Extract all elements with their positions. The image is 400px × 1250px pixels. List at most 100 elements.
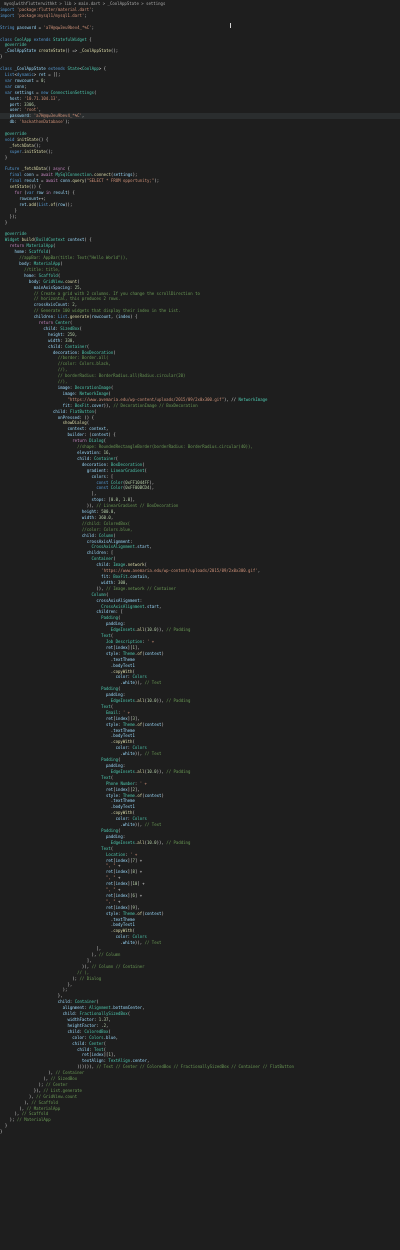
code-line-text: Container( (91, 556, 116, 562)
code-line-text: .white)), // Text (120, 680, 162, 686)
code-line-text: padding: (105, 833, 126, 839)
code-line-text: mainAxisSpacing: 25, (33, 284, 82, 290)
code-line-text: .copyWith( (110, 928, 135, 934)
code-line-text: }, (67, 981, 73, 987)
code-line-text: //border: Border.all( (57, 355, 109, 361)
code-line-text: //appBar: AppBar(title: Text("Hello Worl… (19, 255, 128, 261)
code-line-text: @override (4, 231, 27, 237)
code-line-text: Padding( (101, 757, 121, 763)
text-cursor (230, 23, 231, 28)
code-line-text: Padding( (101, 827, 121, 833)
code-editor[interactable]: mysqlwithflutterwithkt > lib > main.dart… (0, 0, 400, 1250)
code-line-text: ret[index][7] + (105, 857, 143, 863)
code-line-text: body: GridView.count( (28, 278, 80, 284)
code-line-text: fit: BoxFit.cover)), // DecorationImage … (62, 402, 198, 408)
code-line-text: Future _fetchData() async { (4, 166, 70, 172)
code-line-text: _fetchData(); (9, 142, 41, 148)
code-line-text: child: Image.network( (96, 562, 147, 568)
code-line-text: color: Colors.blue, (72, 1034, 119, 1040)
code-line-text: child: Container( (77, 455, 119, 461)
code-line-text: .copyWith( (110, 739, 135, 745)
code-line-text: child: Text( (77, 1046, 107, 1052)
code-line-text: 'https://www.avemaria.edu/wp-content/upl… (101, 568, 261, 574)
code-line-text: }, (57, 993, 63, 999)
code-line-text: children: [ (86, 550, 114, 556)
code-line-text: children: [ (96, 609, 123, 615)
code-line-text: width: 360.0, (81, 514, 114, 520)
code-line[interactable]: } (0, 1129, 400, 1135)
code-line-text: ), // MaterialApp (19, 1105, 61, 1111)
code-line-text: final conn = await MySqlConnection.conne… (9, 172, 138, 178)
code-line-text: user: 'root', (9, 107, 41, 113)
code-line-text: .textTheme (110, 798, 135, 804)
code-line-text: image: NetworkImage( (62, 390, 111, 396)
code-line-text: )), // Column // Container (81, 963, 145, 969)
code-line-text: var settings = new ConnectionSettings( (4, 89, 97, 95)
breadcrumb[interactable]: mysqlwithflutterwithkt > lib > main.dart… (0, 0, 400, 7)
code-line-text: //color: Colors.black, (57, 361, 111, 367)
code-line-text: )), // Image.network // Container (96, 585, 176, 591)
code-line-text: Text( (101, 703, 114, 709)
code-line-text: ); // MaterialApp (9, 1117, 51, 1123)
code-line-text: .copyWith( (110, 810, 135, 816)
code-line-text: .bodyText1 (110, 733, 135, 739)
code-line-text: host: '10.71.104.13', (9, 95, 61, 101)
code-line-text: //shape: RoundedRectangleBorder(borderRa… (77, 444, 253, 450)
code-line-text: @override (4, 131, 27, 137)
code-line-text: List<dynamic> ret = []; (4, 71, 61, 77)
code-line-text: stops: [0.0, 1.0], (91, 497, 135, 503)
code-line-text: db: 'hackathonDatabase'); (9, 119, 70, 125)
code-line-text: _CoolAppState createState() => _CoolAppS… (4, 48, 119, 54)
code-line-text: Text( (101, 633, 114, 639)
code-line-text: height: 250, (48, 331, 78, 337)
code-line-text: color: Colors (115, 816, 147, 822)
code-line-text: var conn; (4, 83, 27, 89)
code-line-text: //), (57, 367, 68, 373)
code-line-text: children: List.generate(rowcount, (index… (33, 314, 138, 320)
code-line-text: EdgeInsets.all(10.0)), // Padding (110, 698, 191, 704)
code-line-text: .bodyText1 (110, 922, 135, 928)
code-line-text: child: Container( (57, 999, 99, 1005)
code-line-text: home: Scaffold( (14, 249, 51, 255)
code-line-text: return Dialog( (72, 438, 106, 444)
code-line-text: super.initState(); (9, 148, 54, 154)
code-line-text: for (var row in result) { (14, 190, 75, 196)
code-line-text: // Create a grid with 2 columns. If you … (33, 290, 200, 296)
code-line-text: .textTheme (110, 656, 135, 662)
code-line-text: ret[index][3], (105, 715, 140, 721)
code-line-text: }), // List.generate (33, 1087, 82, 1093)
code-line-text: port: 3306, (9, 101, 37, 107)
code-line-text: .copyWith( (110, 668, 135, 674)
code-line-text: import 'package:mysql1/mysql1.dart'; (0, 12, 87, 18)
code-line-text: ), // Column (91, 952, 121, 957)
code-line-text: CrossAxisAlignment.start, (91, 544, 152, 550)
code-line-text: Column( (91, 591, 109, 597)
code-line-text: password: 'a7H@qw3eu9bev4_*%C', (9, 113, 85, 119)
code-line-text: gradient: LinearGradient( (86, 467, 147, 473)
code-line-text: } (4, 1123, 8, 1129)
code-line-text: ), // Container (48, 1070, 85, 1076)
code-line-text: void initState() { (4, 136, 49, 142)
code-line-text: return Center( (38, 320, 73, 326)
code-line-text: ], (96, 946, 102, 952)
code-line-text: //title: title, (24, 266, 61, 272)
code-line-text: fit: BoxFit.contain, (101, 574, 150, 579)
code-line-text: ), // Scaffold (24, 1099, 58, 1105)
code-line-text: ), // SizedBox (43, 1076, 78, 1082)
code-line-text: Email: ' + (105, 709, 131, 715)
code-line-text: const Color(0xFF1044FF), (96, 479, 155, 485)
code-line-text: EdgeInsets.all(10.0)), // Padding (110, 768, 191, 774)
code-line-text: EdgeInsets.all(10.0)), // Padding (110, 627, 191, 633)
code-line-text: Phone Number: ' + (105, 780, 147, 786)
code-line-text: ret[index][6] + (105, 892, 143, 898)
code-line-text: ", " + (105, 898, 121, 904)
code-line-text: Text( (101, 845, 114, 851)
code-line-text: child: Container( (48, 343, 90, 349)
code-area[interactable]: import 'package:flutter/material.dart'; i… (0, 7, 400, 1135)
code-line-text: ], (91, 491, 97, 497)
code-line-text: .white)), // Text (120, 751, 162, 757)
code-line-text: onPressed: () { (57, 414, 95, 420)
code-line-text: Padding( (101, 686, 121, 692)
code-line-text: setState(() { (9, 184, 42, 190)
code-line-text: ), // GridView.count (28, 1093, 78, 1099)
